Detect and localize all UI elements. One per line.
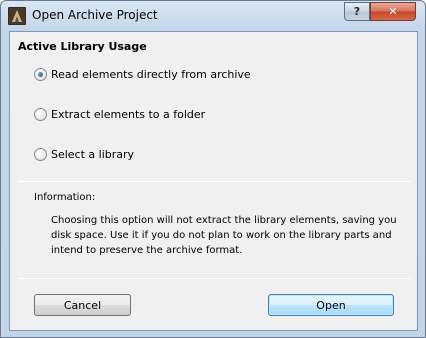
dialog-body: Active Library Usage Read elements direc…	[9, 31, 418, 331]
radio-extract-to-folder[interactable]: Extract elements to a folder	[34, 108, 205, 121]
radio-label: Extract elements to a folder	[51, 108, 206, 121]
title-bar[interactable]: Open Archive Project ? ✕	[1, 1, 425, 31]
section-title: Active Library Usage	[18, 40, 147, 53]
open-button[interactable]: Open	[268, 294, 394, 316]
radio-label: Read elements directly from archive	[51, 68, 251, 81]
radio-button[interactable]	[34, 148, 47, 161]
radio-label: Select a library	[51, 148, 135, 161]
information-text: Choosing this option will not extract th…	[51, 215, 397, 256]
close-button[interactable]: ✕	[370, 2, 416, 21]
information-label: Information:	[34, 192, 96, 203]
help-button[interactable]: ?	[344, 2, 370, 21]
cancel-button[interactable]: Cancel	[34, 294, 131, 316]
radio-select-library[interactable]: Select a library	[34, 148, 134, 161]
app-icon	[8, 7, 26, 25]
window-title: Open Archive Project	[32, 8, 158, 22]
help-icon: ?	[353, 5, 361, 18]
dialog-window: Open Archive Project ? ✕ Active Library …	[0, 0, 426, 338]
radio-button-checked[interactable]	[34, 68, 47, 81]
separator	[18, 278, 411, 279]
radio-button[interactable]	[34, 108, 47, 121]
separator	[18, 181, 411, 182]
close-icon: ✕	[388, 5, 398, 18]
radio-read-from-archive[interactable]: Read elements directly from archive	[34, 68, 251, 81]
